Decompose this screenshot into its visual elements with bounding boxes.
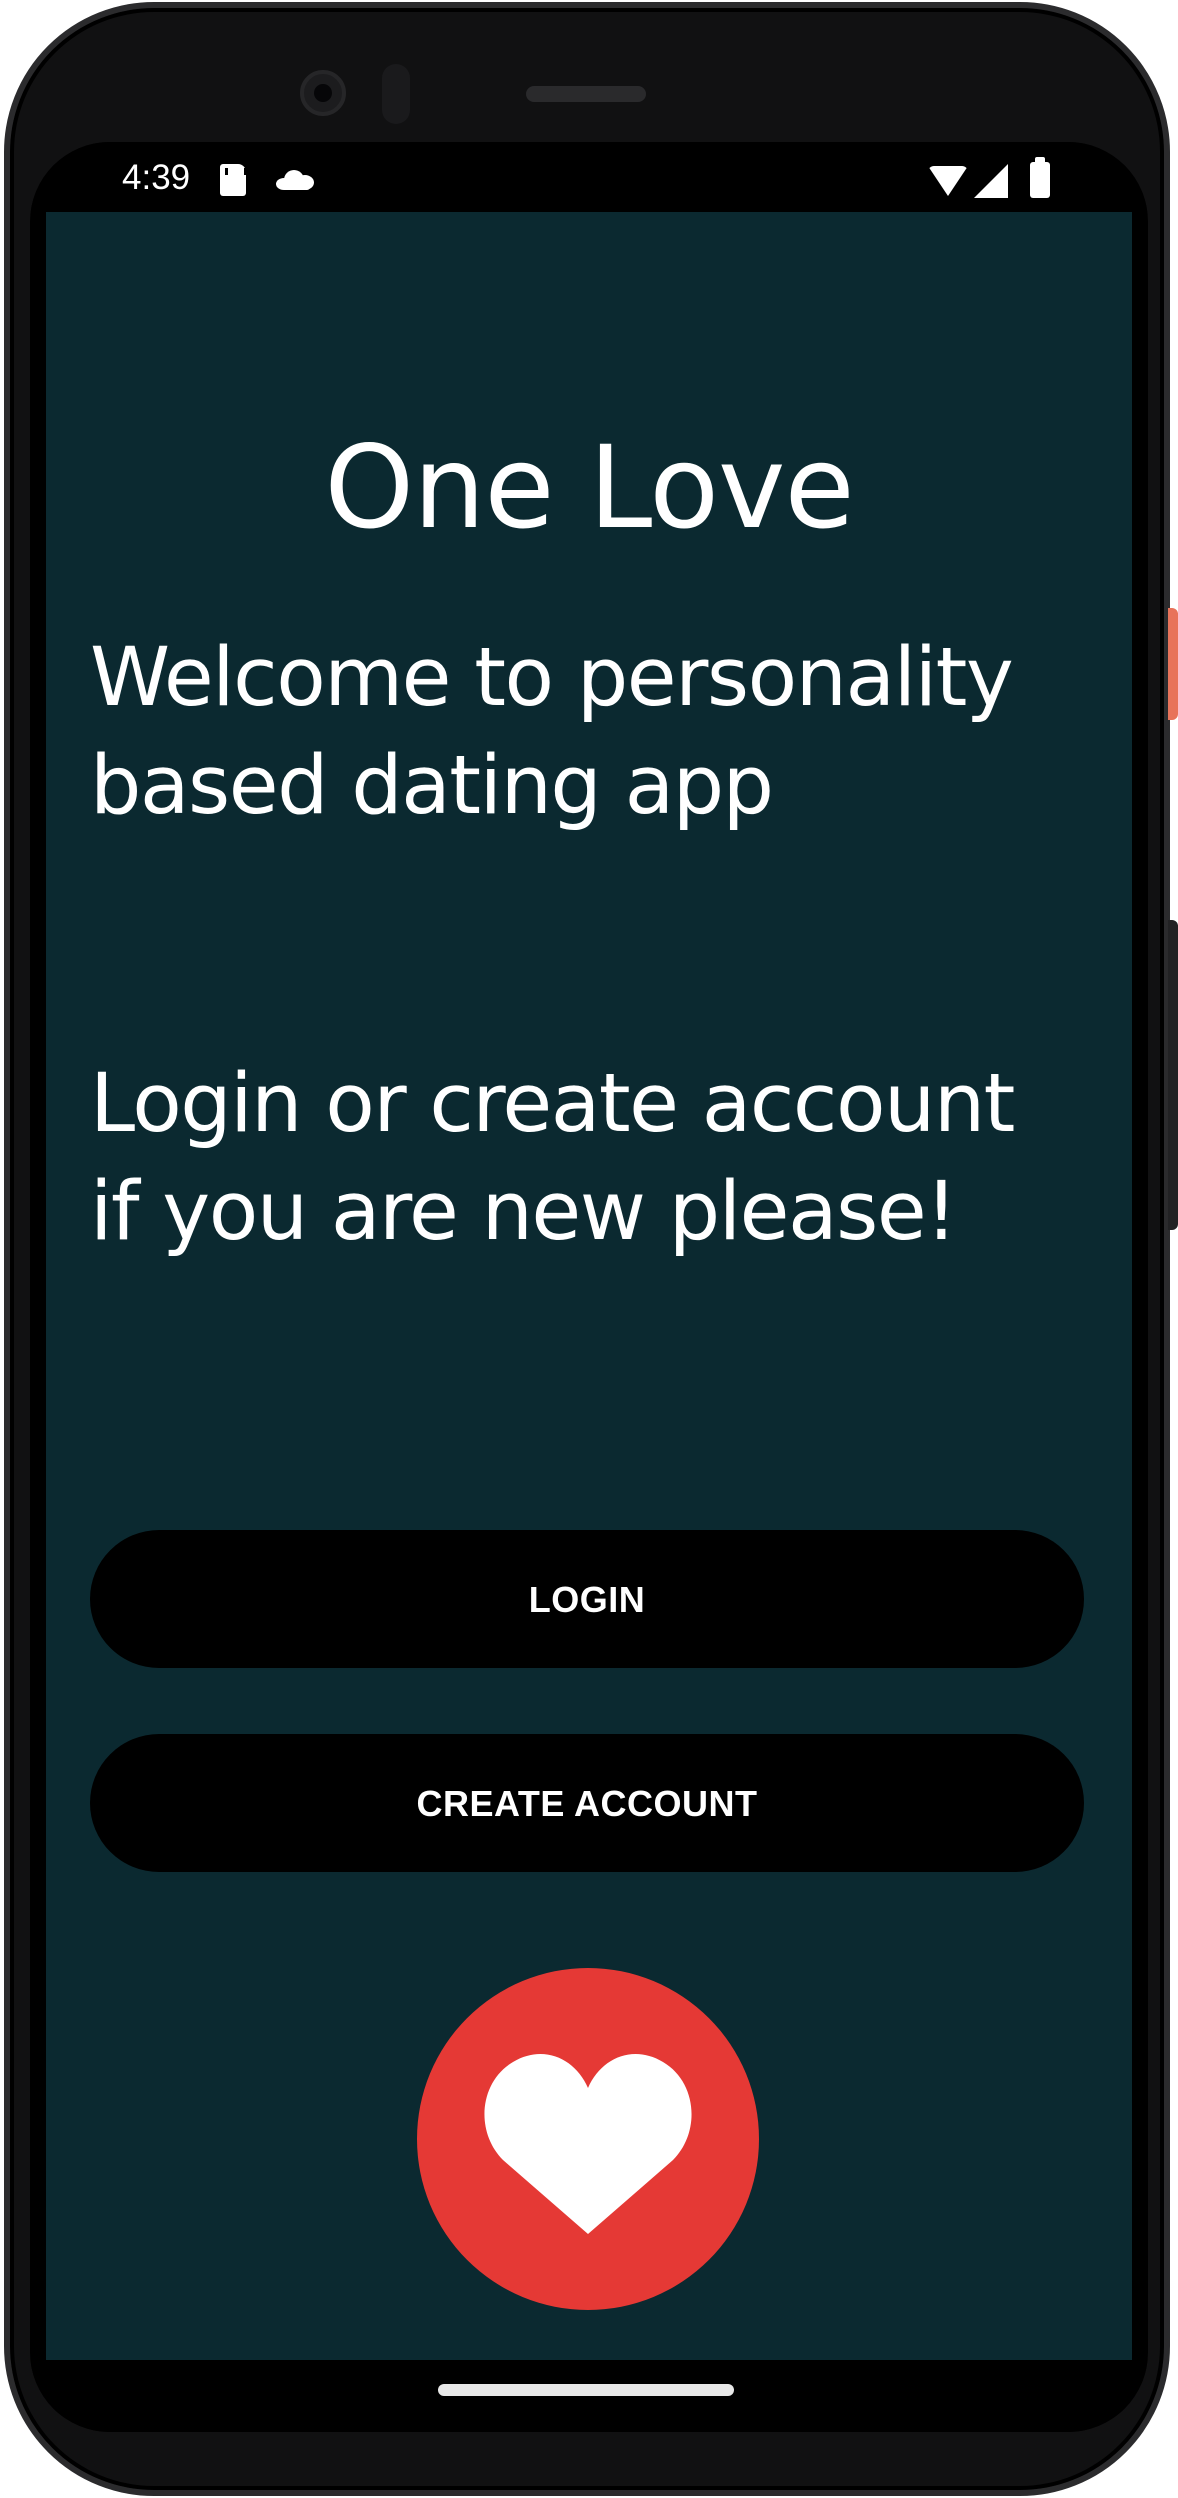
welcome-line-1: Welcome to personality xyxy=(90,631,1014,725)
status-bar: 4:39 xyxy=(30,142,1148,212)
welcome-line-2: based dating app xyxy=(90,739,774,833)
prompt-line-2: if you are new please! xyxy=(90,1165,958,1259)
sd-card-icon xyxy=(220,164,247,196)
proximity-sensor xyxy=(382,64,410,124)
status-time: 4:39 xyxy=(122,158,191,197)
screen: 4:39 One Love Welcome to personality bas… xyxy=(30,142,1148,2432)
battery-icon xyxy=(1030,157,1050,198)
welcome-screen: One Love Welcome to personality based da… xyxy=(46,212,1132,2360)
earpiece-speaker xyxy=(526,86,646,102)
cloud-icon xyxy=(276,170,314,190)
heart-button[interactable] xyxy=(417,1968,759,2310)
home-gesture-handle[interactable] xyxy=(438,2384,734,2396)
wifi-icon xyxy=(928,166,968,196)
login-button[interactable]: LOGIN xyxy=(90,1530,1084,1668)
front-camera xyxy=(300,70,346,116)
cell-signal-icon xyxy=(974,164,1008,198)
power-button xyxy=(1168,608,1178,720)
login-prompt: Login or create account if you are new p… xyxy=(90,1050,1120,1266)
heart-icon xyxy=(484,2054,692,2234)
create-account-button[interactable]: CREATE ACCOUNT xyxy=(90,1734,1084,1872)
welcome-message: Welcome to personality based dating app xyxy=(90,624,1120,840)
navigation-bar xyxy=(30,2360,1148,2432)
prompt-line-1: Login or create account xyxy=(90,1057,1015,1151)
app-title: One Love xyxy=(324,421,854,554)
volume-button xyxy=(1168,920,1178,1230)
